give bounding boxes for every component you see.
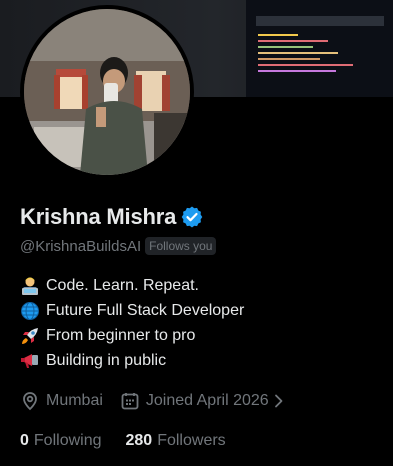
banner-laptop-screen	[246, 0, 393, 97]
bio-text: Building in public	[46, 351, 167, 369]
bio-text: Code. Learn. Repeat.	[46, 276, 199, 294]
profile-name-row: Krishna Mishra	[20, 203, 204, 231]
followers-count: 280	[125, 432, 153, 449]
bio-line: Building in public	[20, 348, 244, 373]
location-pin-icon	[20, 391, 40, 411]
megaphone-emoji-icon	[20, 351, 40, 371]
profile-bio: Code. Learn. Repeat. Future Full Stack D…	[20, 273, 244, 373]
profile-stats-row: 0 Following 280 Followers	[20, 430, 250, 452]
joined-item[interactable]: Joined April 2026	[120, 391, 287, 411]
location-text: Mumbai	[46, 392, 103, 409]
profile-handle: @KrishnaBuildsAI	[20, 237, 142, 255]
joined-text: Joined April 2026	[145, 392, 269, 409]
profile-meta-row: Mumbai Joined April 2026	[20, 390, 304, 412]
followers-link[interactable]: 280 Followers	[126, 432, 226, 450]
bio-text: From beginner to pro	[46, 326, 196, 344]
bio-text: Future Full Stack Developer	[46, 301, 245, 319]
follows-you-badge: Follows you	[145, 237, 217, 255]
technologist-emoji-icon	[20, 276, 40, 296]
bio-line: Code. Learn. Repeat.	[20, 273, 244, 298]
profile-name: Krishna Mishra	[20, 204, 177, 229]
rocket-emoji-icon	[20, 326, 40, 346]
following-label: Following	[33, 432, 102, 449]
verified-badge-icon[interactable]	[180, 205, 204, 229]
calendar-icon	[120, 391, 140, 411]
globe-emoji-icon	[20, 301, 40, 321]
following-count: 0	[20, 432, 29, 449]
location-item: Mumbai	[20, 391, 103, 411]
chevron-right-icon	[271, 393, 287, 409]
following-link[interactable]: 0 Following	[20, 432, 102, 450]
followers-label: Followers	[157, 432, 226, 449]
profile-handle-row: @KrishnaBuildsAI Follows you	[20, 236, 217, 256]
bio-line: From beginner to pro	[20, 323, 244, 348]
profile-avatar[interactable]	[20, 5, 194, 179]
bio-line: Future Full Stack Developer	[20, 298, 244, 323]
